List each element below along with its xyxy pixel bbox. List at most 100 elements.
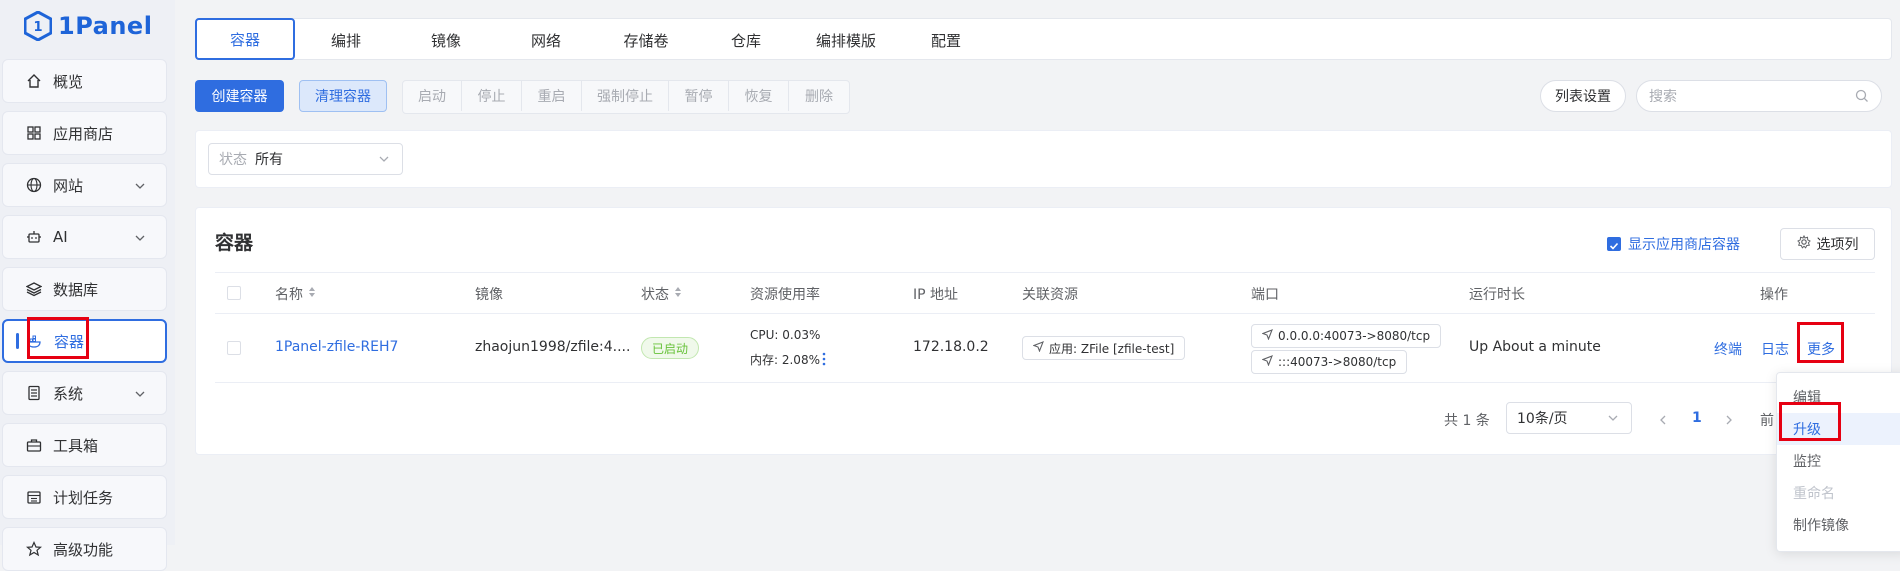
tab-repo[interactable]: 仓库 [696, 22, 796, 58]
sidebar-item-label: 系统 [53, 384, 84, 403]
menu-item-upgrade[interactable]: 升级 [1777, 413, 1900, 445]
sidebar-item-toolbox[interactable]: 工具箱 [2, 423, 167, 467]
chevron-down-icon [134, 230, 146, 248]
sidebar-item-cronjob[interactable]: 计划任务 [2, 475, 167, 519]
tab-compose-template[interactable]: 编排模版 [796, 22, 896, 58]
sidebar-item-system[interactable]: 系统 [2, 371, 167, 415]
terminal-link[interactable]: 终端 [1714, 339, 1742, 359]
next-page-icon[interactable] [1724, 412, 1734, 430]
sidebar-item-label: 概览 [53, 72, 84, 91]
batch-action-group: 启动 停止 重启 强制停止 暂停 恢复 删除 [402, 80, 850, 114]
col-header-image: 镜像 [475, 287, 503, 303]
tab-image[interactable]: 镜像 [396, 22, 496, 58]
col-header-state-label: 状态 [641, 287, 669, 303]
delete-button[interactable]: 删除 [789, 81, 849, 111]
chevron-down-icon [1607, 412, 1619, 428]
search-placeholder: 搜索 [1649, 89, 1677, 105]
menu-item-commit-image[interactable]: 制作镜像 [1777, 509, 1900, 541]
sidebar-item-label: 应用商店 [53, 124, 114, 143]
logs-link[interactable]: 日志 [1761, 339, 1789, 359]
sidebar-item-advanced[interactable]: 高级功能 [2, 527, 167, 571]
show-app-containers-checkbox[interactable] [1607, 237, 1621, 251]
resume-button[interactable]: 恢复 [729, 81, 789, 111]
menu-item-edit[interactable]: 编辑 [1777, 381, 1900, 413]
search-icon [1855, 89, 1869, 107]
more-link[interactable]: 更多 [1807, 339, 1835, 359]
col-header-name[interactable]: 名称 [275, 284, 317, 304]
col-header-related: 关联资源 [1022, 287, 1078, 303]
col-header-ports: 端口 [1251, 287, 1279, 303]
sidebar-item-app-store[interactable]: 应用商店 [2, 111, 167, 155]
status-filter-label: 状态 [219, 152, 247, 168]
page-size-select[interactable]: 10条/页 [1506, 402, 1632, 434]
tab-config[interactable]: 配置 [896, 22, 996, 58]
chevron-down-icon [378, 153, 390, 169]
container-uptime: Up About a minute [1469, 339, 1601, 355]
container-name-link[interactable]: 1Panel-zfile-REH7 [275, 339, 398, 355]
tab-volume[interactable]: 存储卷 [596, 22, 696, 58]
pagination-total: 共 1 条 [1444, 413, 1490, 429]
container-icon [26, 332, 44, 350]
tab-container[interactable]: 容器 [195, 18, 295, 60]
toolbox-icon [25, 436, 43, 454]
search-input[interactable]: 搜索 [1636, 80, 1882, 112]
clean-container-button[interactable]: 清理容器 [299, 80, 387, 112]
logo[interactable]: 1 1Panel [24, 8, 152, 44]
port-chip[interactable]: :::40073->8080/tcp [1251, 350, 1408, 374]
show-app-containers-label[interactable]: 显示应用商店容器 [1628, 234, 1740, 254]
page-number[interactable]: 1 [1692, 410, 1702, 426]
sidebar-item-label: AI [53, 228, 68, 246]
divider [215, 272, 1875, 273]
sidebar-item-label: 容器 [54, 332, 85, 351]
sidebar-item-label: 网站 [53, 176, 84, 195]
pause-button[interactable]: 暂停 [669, 81, 729, 111]
related-resource-chip[interactable]: 应用: ZFile [zfile-test] [1022, 336, 1186, 360]
col-header-uptime: 运行时长 [1469, 287, 1525, 303]
logo-icon: 1 [24, 11, 52, 41]
tab-network[interactable]: 网络 [496, 22, 596, 58]
related-resource-label: 应用: ZFile [zfile-test] [1049, 341, 1175, 356]
more-vertical-icon[interactable] [822, 352, 826, 370]
start-button[interactable]: 启动 [403, 81, 462, 111]
sidebar-item-label: 计划任务 [53, 488, 114, 507]
port-chip[interactable]: 0.0.0.0:40073->8080/tcp [1251, 324, 1442, 348]
sidebar: 1 1Panel 概览 应用商店 网站 AI 数据库 容器 系统 工具箱 计划任… [0, 0, 175, 571]
check-icon [1609, 242, 1619, 250]
page-size-value: 10条/页 [1517, 411, 1568, 427]
tab-bar: 容器 编排 镜像 网络 存储卷 仓库 编排模版 配置 [195, 18, 1892, 60]
sidebar-item-ai[interactable]: AI [2, 215, 167, 259]
sidebar-item-website[interactable]: 网站 [2, 163, 167, 207]
svg-text:1: 1 [33, 20, 42, 35]
sort-icon[interactable] [307, 285, 317, 303]
navigation-icon [1261, 355, 1273, 369]
calendar-icon [25, 488, 43, 506]
chevron-down-icon [134, 386, 146, 404]
gear-icon [1796, 234, 1811, 253]
navigation-icon [1032, 341, 1044, 355]
status-badge: 已启动 [641, 337, 700, 359]
col-header-state[interactable]: 状态 [641, 284, 683, 304]
navigation-icon [1261, 329, 1273, 343]
create-container-button[interactable]: 创建容器 [195, 80, 284, 112]
list-settings-button[interactable]: 列表设置 [1540, 80, 1626, 112]
sidebar-item-container[interactable]: 容器 [2, 319, 167, 363]
row-checkbox[interactable] [227, 341, 241, 355]
tab-compose[interactable]: 编排 [296, 22, 396, 58]
force-stop-button[interactable]: 强制停止 [582, 81, 669, 111]
restart-button[interactable]: 重启 [522, 81, 582, 111]
stop-button[interactable]: 停止 [462, 81, 522, 111]
container-image: zhaojun1998/zfile:4.... [475, 339, 631, 355]
prev-page-icon[interactable] [1658, 412, 1668, 430]
status-filter-select[interactable]: 状态 所有 [208, 143, 403, 175]
col-header-name-label: 名称 [275, 287, 303, 303]
columns-button[interactable]: 选项列 [1780, 228, 1875, 260]
sidebar-item-overview[interactable]: 概览 [2, 59, 167, 103]
sidebar-item-database[interactable]: 数据库 [2, 267, 167, 311]
menu-item-monitor[interactable]: 监控 [1777, 445, 1900, 477]
sort-icon[interactable] [673, 285, 683, 303]
select-all-checkbox[interactable] [227, 286, 241, 300]
memory-usage: 内存: 2.08% [750, 353, 820, 367]
port-label: 0.0.0.0:40073->8080/tcp [1278, 329, 1431, 343]
filter-card: 状态 所有 [195, 130, 1892, 188]
star-icon [25, 540, 43, 558]
